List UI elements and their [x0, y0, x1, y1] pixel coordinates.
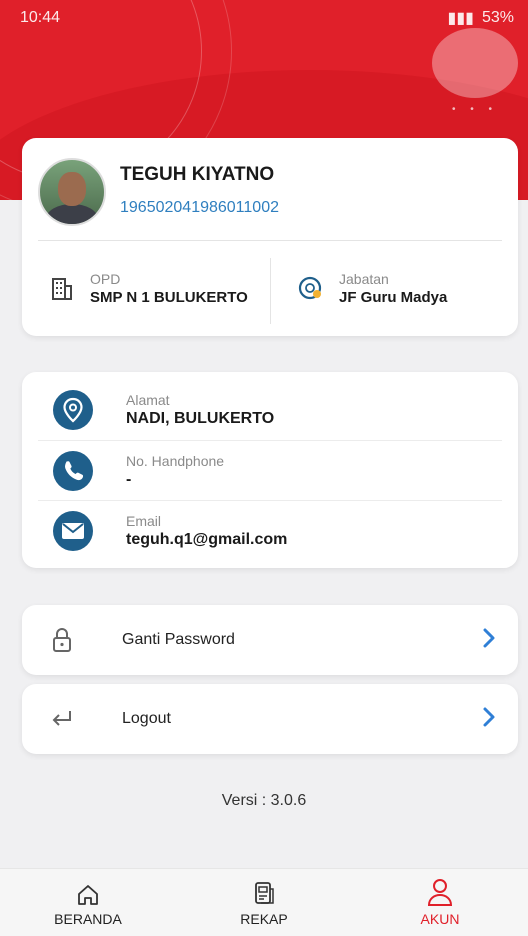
recap-icon — [253, 879, 275, 907]
building-icon — [42, 276, 82, 300]
jabatan-label: Jabatan — [339, 270, 389, 287]
phone-row: No. Handphone - — [38, 441, 502, 501]
signal-icon: ▮▮▮ — [447, 10, 474, 27]
logout-arrow-icon — [42, 708, 82, 730]
email-label: Email — [126, 513, 162, 529]
header-bubble — [432, 28, 518, 98]
jabatan-badge-icon — [291, 275, 331, 301]
status-icons: ▮▮▮ 53% — [448, 8, 514, 28]
home-icon — [76, 879, 100, 907]
phone-label: No. Handphone — [126, 453, 225, 469]
profile-name: TEGUH KIYATNO — [120, 164, 275, 185]
header-dots: • • • — [452, 104, 499, 115]
email-value: teguh.q1@gmail.com — [126, 531, 288, 548]
jabatan-value: JF Guru Madya — [339, 288, 448, 306]
jabatan-info: Jabatan JF Guru Madya — [271, 240, 518, 336]
address-label: Alamat — [126, 392, 170, 408]
opd-label: OPD — [90, 270, 121, 287]
nav-home-label: BERANDA — [54, 910, 122, 927]
nav-recap[interactable]: REKAP — [176, 869, 352, 936]
nav-recap-label: REKAP — [240, 910, 288, 927]
profile-card: TEGUH KIYATNO 196502041986011002 OPD SMP… — [22, 138, 518, 336]
nav-home[interactable]: BERANDA — [0, 869, 176, 936]
address-value: NADI, BULUKERTO — [126, 410, 275, 427]
opd-value: SMP N 1 BULUKERTO — [90, 288, 248, 306]
logout-button[interactable]: Logout — [22, 684, 518, 754]
opd-info: OPD SMP N 1 BULUKERTO — [22, 240, 270, 336]
nav-account-label: AKUN — [420, 910, 460, 927]
lock-icon — [42, 627, 82, 653]
profile-nip: 196502041986011002 — [120, 199, 279, 216]
contact-card: Alamat NADI, BULUKERTO No. Handphone - E… — [22, 372, 518, 568]
phone-value: - — [126, 471, 132, 488]
phone-icon — [50, 450, 96, 492]
status-battery: 53% — [481, 9, 514, 26]
status-time: 10:44 — [20, 9, 61, 26]
bottom-navigation: BERANDA REKAP AKUN — [0, 868, 528, 936]
chevron-right-icon — [482, 706, 496, 733]
change-password-label: Ganti Password — [122, 631, 235, 648]
app-version: Versi : 3.0.6 — [221, 792, 307, 809]
user-icon — [425, 878, 455, 907]
status-bar: 10:44 ▮▮▮ 53% — [0, 0, 528, 36]
avatar[interactable] — [38, 158, 106, 226]
change-password-button[interactable]: Ganti Password — [22, 605, 518, 675]
email-icon — [50, 510, 96, 552]
address-row: Alamat NADI, BULUKERTO — [38, 380, 502, 440]
chevron-right-icon — [482, 627, 496, 654]
location-pin-icon — [50, 389, 96, 431]
logout-label: Logout — [122, 710, 171, 727]
email-row: Email teguh.q1@gmail.com — [38, 501, 502, 561]
nav-account[interactable]: AKUN — [352, 869, 528, 936]
